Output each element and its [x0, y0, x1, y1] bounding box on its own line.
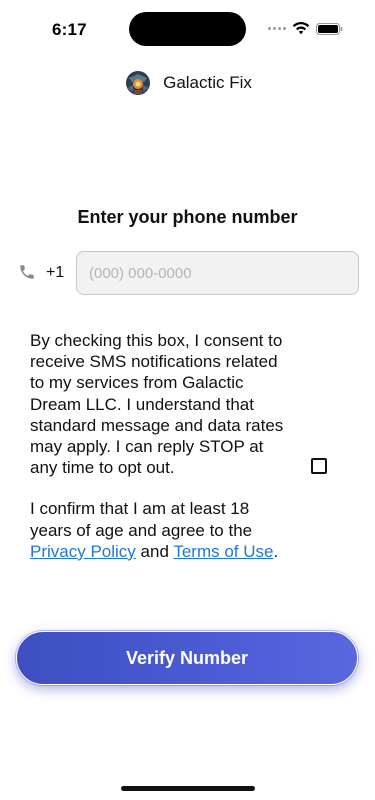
country-code: +1	[46, 264, 65, 281]
period-text: .	[273, 541, 279, 561]
verify-number-button[interactable]: Verify Number	[16, 631, 358, 685]
battery-icon	[316, 23, 343, 35]
phone-icon	[20, 265, 34, 279]
privacy-policy-link[interactable]: Privacy Policy	[30, 542, 136, 561]
page-title: Enter your phone number	[77, 207, 298, 227]
age-agreement-paragraph: I confirm that I am at least 18 years of…	[30, 498, 292, 562]
consent-paragraph: By checking this box, I consent to recei…	[30, 331, 284, 478]
sms-consent-text: By checking this box, I consent to recei…	[30, 330, 292, 562]
status-bar: 6:17	[0, 0, 375, 56]
wifi-icon	[292, 22, 310, 35]
galactic-fix-logo-icon	[123, 68, 154, 98]
status-time: 6:17	[52, 20, 87, 39]
phone-input-row: +1	[16, 251, 360, 295]
age-agreement-text: I confirm that I am at least 18 years of…	[30, 499, 253, 540]
phone-verification-screen: 6:17 Galactic Fix Enter your phone numbe…	[0, 0, 375, 800]
phone-number-input[interactable]	[76, 251, 359, 295]
terms-of-use-link[interactable]: Terms of Use	[173, 542, 273, 561]
sms-consent-checkbox[interactable]	[311, 458, 327, 474]
cellular-signal-icon	[268, 27, 286, 30]
app-header: Galactic Fix	[0, 68, 375, 98]
dynamic-island	[129, 12, 246, 46]
app-name: Galactic Fix	[163, 73, 252, 92]
home-indicator[interactable]	[121, 786, 255, 791]
and-text: and	[135, 541, 174, 561]
